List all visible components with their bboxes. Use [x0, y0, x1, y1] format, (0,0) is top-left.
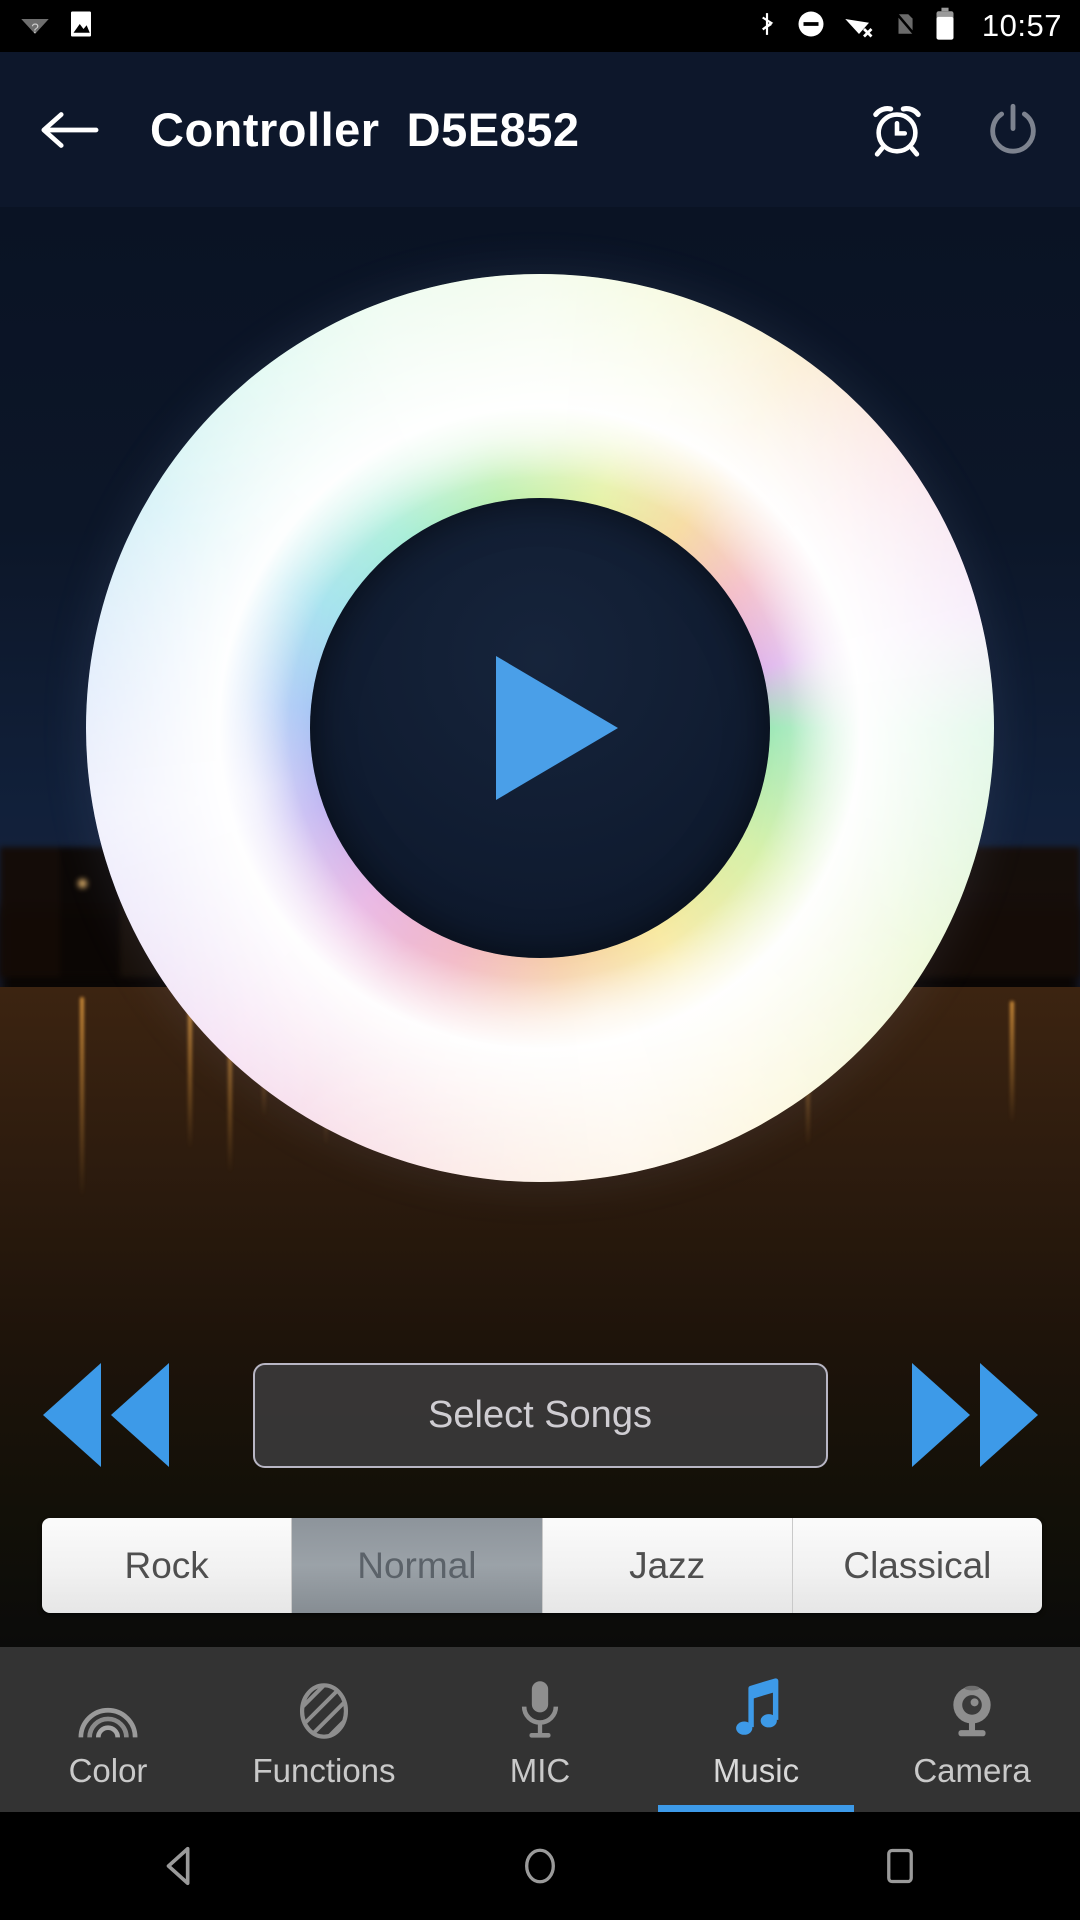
status-bar-left-icons: ?: [18, 8, 96, 45]
previous-track-button[interactable]: [27, 1353, 185, 1477]
android-system-nav: [0, 1812, 1080, 1920]
bluetooth-icon: [754, 8, 780, 45]
forward-arrow-icon: [979, 1363, 1038, 1467]
striped-circle-icon: [296, 1678, 352, 1742]
transport-controls: Select Songs: [0, 1355, 1080, 1475]
android-recents-icon[interactable]: [720, 1845, 1080, 1887]
rewind-arrow-icon: [42, 1363, 101, 1467]
alarm-clock-icon[interactable]: [866, 99, 928, 161]
equalizer-mode-selector: Rock Normal Jazz Classical: [42, 1518, 1042, 1613]
play-icon[interactable]: [496, 656, 618, 800]
status-bar-clock: 10:57: [981, 8, 1062, 43]
android-home-icon[interactable]: [360, 1845, 720, 1887]
nav-label-music: Music: [712, 1751, 800, 1789]
color-wheel[interactable]: [86, 274, 994, 1182]
power-icon[interactable]: [982, 99, 1044, 161]
forward-arrow-icon: [911, 1363, 970, 1467]
wifi-off-icon: [842, 9, 876, 44]
sim-off-icon: [892, 8, 918, 45]
music-note-icon: [729, 1677, 783, 1742]
rewind-arrow-icon: [110, 1363, 169, 1467]
app-header: Controller D5E852: [0, 52, 1080, 207]
status-bar-right-icons: 10:57: [754, 7, 1062, 46]
page-title: Controller D5E852: [150, 103, 580, 156]
nav-item-music[interactable]: Music: [648, 1647, 864, 1812]
status-bar: ? 10:57: [0, 0, 1080, 52]
eq-mode-classical[interactable]: Classical: [792, 1518, 1042, 1613]
back-arrow-icon[interactable]: [36, 97, 102, 163]
image-icon: [66, 8, 96, 45]
microphone-icon: [516, 1678, 564, 1742]
nav-label-functions: Functions: [252, 1751, 396, 1789]
eq-mode-normal[interactable]: Normal: [292, 1518, 543, 1613]
webcam-icon: [944, 1678, 1000, 1742]
nav-item-color[interactable]: Color: [0, 1647, 216, 1812]
android-back-icon[interactable]: [0, 1843, 360, 1889]
battery-icon: [934, 7, 956, 46]
eq-mode-rock[interactable]: Rock: [42, 1518, 293, 1613]
water-reflection: [1010, 1001, 1014, 1123]
wifi-question-icon: ?: [18, 9, 52, 44]
play-pause-button[interactable]: [310, 498, 770, 958]
water-reflection: [80, 997, 84, 1197]
eq-mode-jazz[interactable]: Jazz: [542, 1518, 793, 1613]
app-header-actions: [866, 99, 1044, 161]
next-track-button[interactable]: [896, 1353, 1054, 1477]
nav-label-mic: MIC: [509, 1751, 571, 1789]
nav-label-camera: Camera: [913, 1751, 1031, 1789]
phone-screen: ? 10:57 Controller D5E852 Select Songs R…: [0, 0, 1080, 1920]
nav-item-camera[interactable]: Camera: [864, 1647, 1080, 1812]
bottom-navigation: Color Functions MIC Music Camera: [0, 1647, 1080, 1812]
do-not-disturb-icon: [796, 9, 826, 44]
select-songs-button[interactable]: Select Songs: [252, 1362, 828, 1468]
nav-item-mic[interactable]: MIC: [432, 1647, 648, 1812]
active-tab-indicator: [658, 1805, 854, 1812]
nav-item-functions[interactable]: Functions: [216, 1647, 432, 1812]
nav-label-color: Color: [68, 1751, 148, 1789]
svg-text:?: ?: [31, 20, 39, 35]
rainbow-icon: [77, 1678, 139, 1742]
